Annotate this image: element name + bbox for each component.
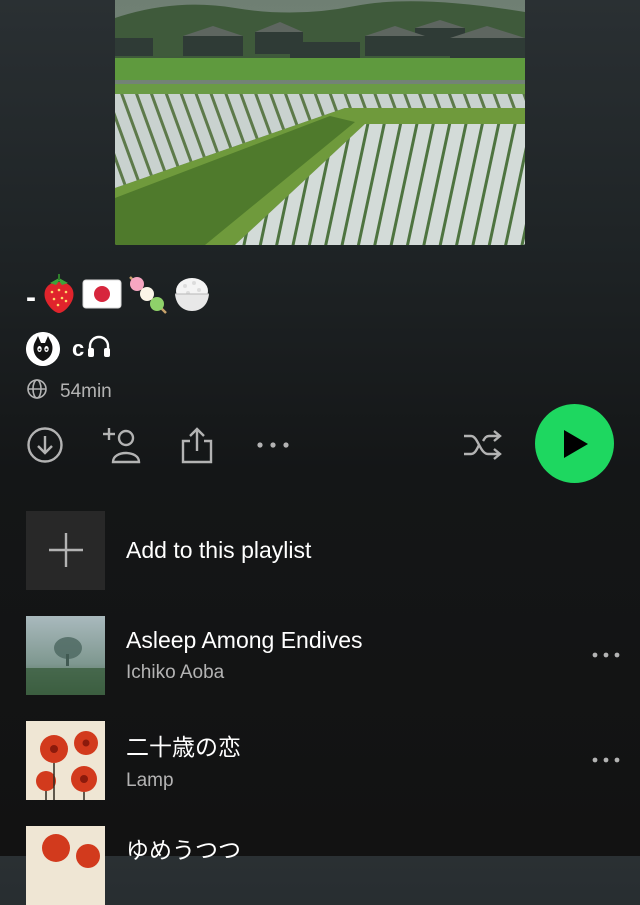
add-thumb[interactable] xyxy=(26,510,105,590)
strawberry-icon xyxy=(40,274,78,322)
more-icon xyxy=(592,757,620,763)
owner-name[interactable]: c xyxy=(72,336,84,362)
playlist-screen: { "playlist": { "title_prefix": "-", "ti… xyxy=(0,0,640,905)
track-row[interactable]: Asleep Among Endives Ichiko Aoba xyxy=(26,615,626,695)
track-info: ゆめうつつ xyxy=(126,831,241,865)
avatar[interactable] xyxy=(26,332,60,366)
owner-name-wrap[interactable]: c xyxy=(72,334,112,364)
play-button[interactable] xyxy=(535,404,614,483)
add-user-button[interactable] xyxy=(100,420,146,470)
playlist-cover-image xyxy=(115,0,525,245)
download-icon xyxy=(27,427,63,463)
track-title: Asleep Among Endives xyxy=(126,626,363,653)
track-artist[interactable]: Ichiko Aoba xyxy=(126,662,363,684)
track-more-button[interactable] xyxy=(586,742,626,778)
album-art xyxy=(26,720,105,800)
more-icon xyxy=(592,652,620,658)
shuffle-button[interactable] xyxy=(460,420,506,470)
playlist-duration: 54min xyxy=(60,381,112,402)
track-info: Asleep Among Endives Ichiko Aoba xyxy=(126,627,363,684)
add-to-playlist-label[interactable]: Add to this playlist xyxy=(126,537,311,564)
play-icon xyxy=(563,429,588,458)
globe-icon xyxy=(26,378,48,406)
share-button[interactable] xyxy=(174,420,220,470)
rice-bowl-icon xyxy=(172,274,212,322)
track-artist[interactable]: Lamp xyxy=(126,770,241,792)
shuffle-icon xyxy=(464,430,502,460)
more-options-button[interactable] xyxy=(250,420,296,470)
playlist-owner[interactable]: c xyxy=(26,332,112,366)
plus-icon xyxy=(48,533,83,567)
add-user-icon xyxy=(103,428,141,464)
more-icon xyxy=(257,442,289,448)
track-row[interactable]: ゆめうつつ xyxy=(26,825,626,905)
dango-icon xyxy=(126,273,168,323)
download-button[interactable] xyxy=(22,420,68,470)
add-to-playlist-row[interactable]: Add to this playlist xyxy=(26,510,626,590)
album-art xyxy=(26,615,105,695)
album-art xyxy=(26,825,105,905)
track-info: 二十歳の恋 Lamp xyxy=(126,728,241,792)
share-icon xyxy=(181,427,213,464)
track-more-button[interactable] xyxy=(586,637,626,673)
track-title: 二十歳の恋 xyxy=(126,734,241,760)
track-title: ゆめうつつ xyxy=(126,837,241,863)
playlist-meta: 54min xyxy=(26,378,112,406)
track-row[interactable]: 二十歳の恋 Lamp xyxy=(26,720,626,800)
headphones-icon xyxy=(86,334,112,364)
title-prefix: - xyxy=(26,281,36,314)
japan-flag-icon xyxy=(82,279,122,317)
playlist-title: - xyxy=(26,273,212,323)
